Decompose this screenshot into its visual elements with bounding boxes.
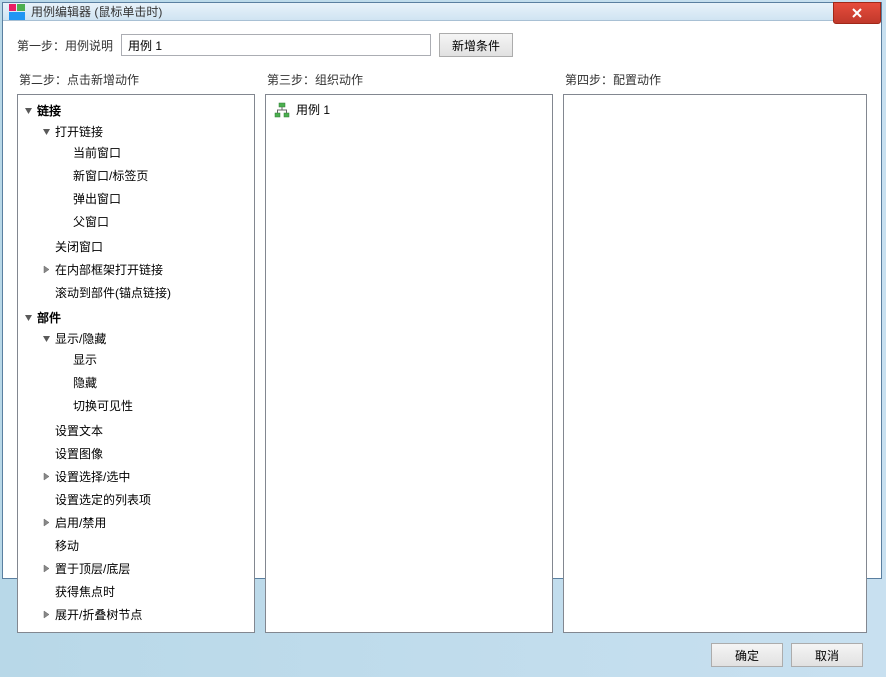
tree-node-focus[interactable]: 获得焦点时 [38, 582, 252, 601]
config-panel[interactable] [563, 94, 867, 633]
tree-label: 获得焦点时 [55, 583, 115, 600]
tree-node-hide[interactable]: 隐藏 [56, 373, 252, 392]
tree-node-expand-collapse[interactable]: 展开/折叠树节点 [38, 605, 252, 624]
columns: 第二步：点击新增动作 链接 [17, 71, 867, 633]
case-item[interactable]: 用例 1 [268, 99, 550, 120]
tree-label: 打开链接 [55, 123, 103, 140]
tree-label: 显示 [73, 351, 97, 368]
dialog-window: 用例编辑器 (鼠标单击时) 第一步：用例说明 新增条件 第二步：点击新增动作 [2, 2, 882, 579]
tree-node-parent-window[interactable]: 父窗口 [56, 212, 252, 231]
expand-down-icon [22, 312, 34, 324]
step3-label: 第三步：组织动作 [265, 71, 553, 88]
step2-column: 第二步：点击新增动作 链接 [17, 71, 255, 633]
tree-node-new-window[interactable]: 新窗口/标签页 [56, 166, 252, 185]
ok-button[interactable]: 确定 [711, 643, 783, 667]
tree-label: 父窗口 [73, 213, 109, 230]
tree-label: 在内部框架打开链接 [55, 261, 163, 278]
tree-label: 隐藏 [73, 374, 97, 391]
tree-node-show[interactable]: 显示 [56, 350, 252, 369]
tree-node-popup[interactable]: 弹出窗口 [56, 189, 252, 208]
tree-node-scroll[interactable]: 滚动到部件(锚点链接) [38, 283, 252, 302]
tree-label: 设置文本 [55, 422, 103, 439]
add-condition-button[interactable]: 新增条件 [439, 33, 513, 57]
tree-label: 移动 [55, 537, 79, 554]
close-icon [851, 7, 863, 19]
case-name-input[interactable] [121, 34, 431, 56]
tree-node-widget[interactable]: 部件 [20, 308, 252, 327]
footer: 确定 取消 [17, 633, 867, 669]
titlebar: 用例编辑器 (鼠标单击时) [3, 3, 881, 21]
tree-node-set-image[interactable]: 设置图像 [38, 444, 252, 463]
tree-label: 关闭窗口 [55, 238, 103, 255]
action-tree-panel[interactable]: 链接 打开链接 当前窗口 新窗 [17, 94, 255, 633]
tree-label: 弹出窗口 [73, 190, 121, 207]
step3-column: 第三步：组织动作 用例 1 [265, 71, 553, 633]
tree-label: 当前窗口 [73, 144, 121, 161]
expand-right-icon [40, 563, 52, 575]
tree-node-enable-disable[interactable]: 启用/禁用 [38, 513, 252, 532]
tree-node-link[interactable]: 链接 [20, 101, 252, 120]
tree-node-set-select[interactable]: 设置选择/选中 [38, 467, 252, 486]
expand-down-icon [40, 126, 52, 138]
tree-label: 部件 [37, 309, 61, 326]
cancel-button[interactable]: 取消 [791, 643, 863, 667]
close-button[interactable] [833, 2, 881, 24]
expand-right-icon [40, 471, 52, 483]
tree-label: 设置选定的列表项 [55, 491, 151, 508]
expand-down-icon [22, 105, 34, 117]
expand-right-icon [40, 609, 52, 621]
flowchart-icon [274, 102, 290, 118]
tree-label: 滚动到部件(锚点链接) [55, 284, 171, 301]
tree-label: 设置图像 [55, 445, 103, 462]
tree-label: 启用/禁用 [55, 514, 106, 531]
tree-node-bring-front[interactable]: 置于顶层/底层 [38, 559, 252, 578]
tree-label: 链接 [37, 102, 61, 119]
tree-label: 显示/隐藏 [55, 330, 106, 347]
step1-label: 第一步：用例说明 [17, 37, 113, 54]
tree-label: 置于顶层/底层 [55, 560, 130, 577]
tree-node-close-window[interactable]: 关闭窗口 [38, 237, 252, 256]
step2-label: 第二步：点击新增动作 [17, 71, 255, 88]
step4-label: 第四步：配置动作 [563, 71, 867, 88]
expand-right-icon [40, 517, 52, 529]
tree-node-show-hide[interactable]: 显示/隐藏 [38, 329, 252, 348]
tree-label: 设置选择/选中 [55, 468, 130, 485]
tree-label: 展开/折叠树节点 [55, 606, 142, 623]
tree-label: 切换可见性 [73, 397, 133, 414]
tree-node-set-text[interactable]: 设置文本 [38, 421, 252, 440]
expand-right-icon [40, 264, 52, 276]
tree-node-open-link[interactable]: 打开链接 [38, 122, 252, 141]
expand-down-icon [40, 333, 52, 345]
tree-label: 新窗口/标签页 [73, 167, 148, 184]
step1-row: 第一步：用例说明 新增条件 [17, 33, 867, 57]
tree-node-toggle[interactable]: 切换可见性 [56, 396, 252, 415]
tree-node-move[interactable]: 移动 [38, 536, 252, 555]
organize-panel[interactable]: 用例 1 [265, 94, 553, 633]
tree-node-set-list-item[interactable]: 设置选定的列表项 [38, 490, 252, 509]
step4-column: 第四步：配置动作 [563, 71, 867, 633]
action-tree: 链接 打开链接 当前窗口 新窗 [20, 99, 252, 628]
tree-node-iframe[interactable]: 在内部框架打开链接 [38, 260, 252, 279]
tree-node-current-window[interactable]: 当前窗口 [56, 143, 252, 162]
window-title: 用例编辑器 (鼠标单击时) [31, 3, 162, 20]
content-area: 第一步：用例说明 新增条件 第二步：点击新增动作 链接 [3, 21, 881, 677]
app-icon [9, 4, 25, 20]
case-label: 用例 1 [296, 101, 330, 118]
